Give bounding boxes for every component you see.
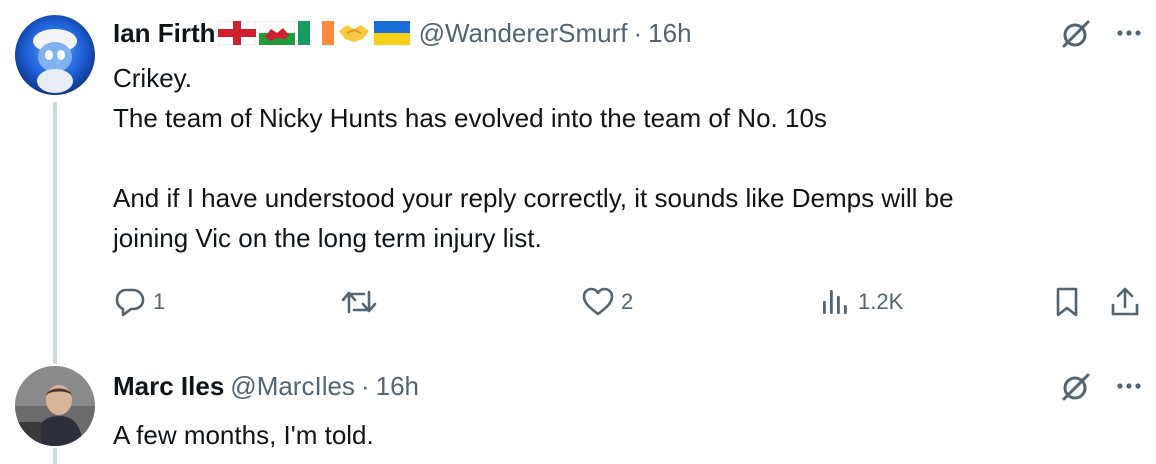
separator-dot: · bbox=[633, 17, 643, 48]
retweet-button[interactable] bbox=[340, 282, 384, 322]
tweet-header: Ian Firth @WandererSmurf · 16h bbox=[113, 16, 692, 50]
handshake-emoji-icon bbox=[338, 25, 369, 42]
tweet-actions: 1 2 1.2K bbox=[113, 282, 1148, 322]
tweet-text-blank-line bbox=[113, 138, 954, 178]
timestamp[interactable]: 16h bbox=[376, 371, 419, 401]
name-emojis bbox=[217, 21, 413, 45]
retweet-icon bbox=[341, 290, 377, 314]
timestamp[interactable]: 16h bbox=[648, 18, 691, 48]
like-button[interactable]: 2 bbox=[581, 282, 633, 322]
thread-connector-line bbox=[53, 102, 57, 364]
views-icon bbox=[823, 290, 847, 314]
separator-dot: · bbox=[360, 370, 370, 401]
handle[interactable]: @MarcIles bbox=[230, 371, 355, 401]
tweet-text-line: Crikey. bbox=[113, 63, 192, 93]
tweet-text: Crikey. The team of Nicky Hunts has evol… bbox=[113, 58, 954, 258]
share-button[interactable] bbox=[1108, 282, 1142, 322]
wales-flag-icon bbox=[258, 21, 295, 45]
more-icon[interactable] bbox=[1112, 16, 1146, 50]
thread-connector-line bbox=[53, 448, 57, 464]
grok-icon[interactable] bbox=[1058, 369, 1094, 405]
views-count: 1.2K bbox=[858, 289, 904, 314]
display-name[interactable]: Marc Iles bbox=[113, 371, 224, 402]
tweet-text-line: The team of Nicky Hunts has evolved into… bbox=[113, 103, 827, 133]
display-name[interactable]: Ian Firth bbox=[113, 18, 216, 49]
grok-icon[interactable] bbox=[1058, 16, 1094, 52]
avatar[interactable] bbox=[15, 15, 95, 95]
heart-icon bbox=[582, 287, 614, 316]
like-count: 2 bbox=[621, 289, 634, 314]
tweet-meta: @MarcIles · 16h bbox=[230, 371, 419, 402]
handle[interactable]: @WandererSmurf bbox=[419, 18, 628, 48]
avatar[interactable] bbox=[15, 366, 95, 446]
tweet-text: A few months, I'm told. bbox=[113, 415, 374, 455]
tweet-text-line: And if I have understood your reply corr… bbox=[113, 183, 954, 213]
england-flag-icon bbox=[217, 21, 256, 45]
ireland-flag-icon bbox=[297, 21, 334, 45]
tweet-meta: @WandererSmurf · 16h bbox=[419, 18, 692, 49]
reply-icon bbox=[115, 288, 145, 317]
tweet-text-line: joining Vic on the long term injury list… bbox=[113, 223, 542, 253]
views-button[interactable]: 1.2K bbox=[818, 282, 903, 322]
reply-count: 1 bbox=[153, 289, 166, 314]
ukraine-flag-icon bbox=[373, 21, 410, 45]
tweet-text-line: A few months, I'm told. bbox=[113, 420, 374, 450]
more-icon[interactable] bbox=[1112, 369, 1146, 403]
tweet-header: Marc Iles @MarcIles · 16h bbox=[113, 369, 419, 403]
reply-button[interactable]: 1 bbox=[113, 282, 165, 322]
bookmark-button[interactable] bbox=[1050, 282, 1084, 322]
bookmark-icon bbox=[1056, 287, 1078, 317]
share-icon bbox=[1111, 287, 1139, 316]
